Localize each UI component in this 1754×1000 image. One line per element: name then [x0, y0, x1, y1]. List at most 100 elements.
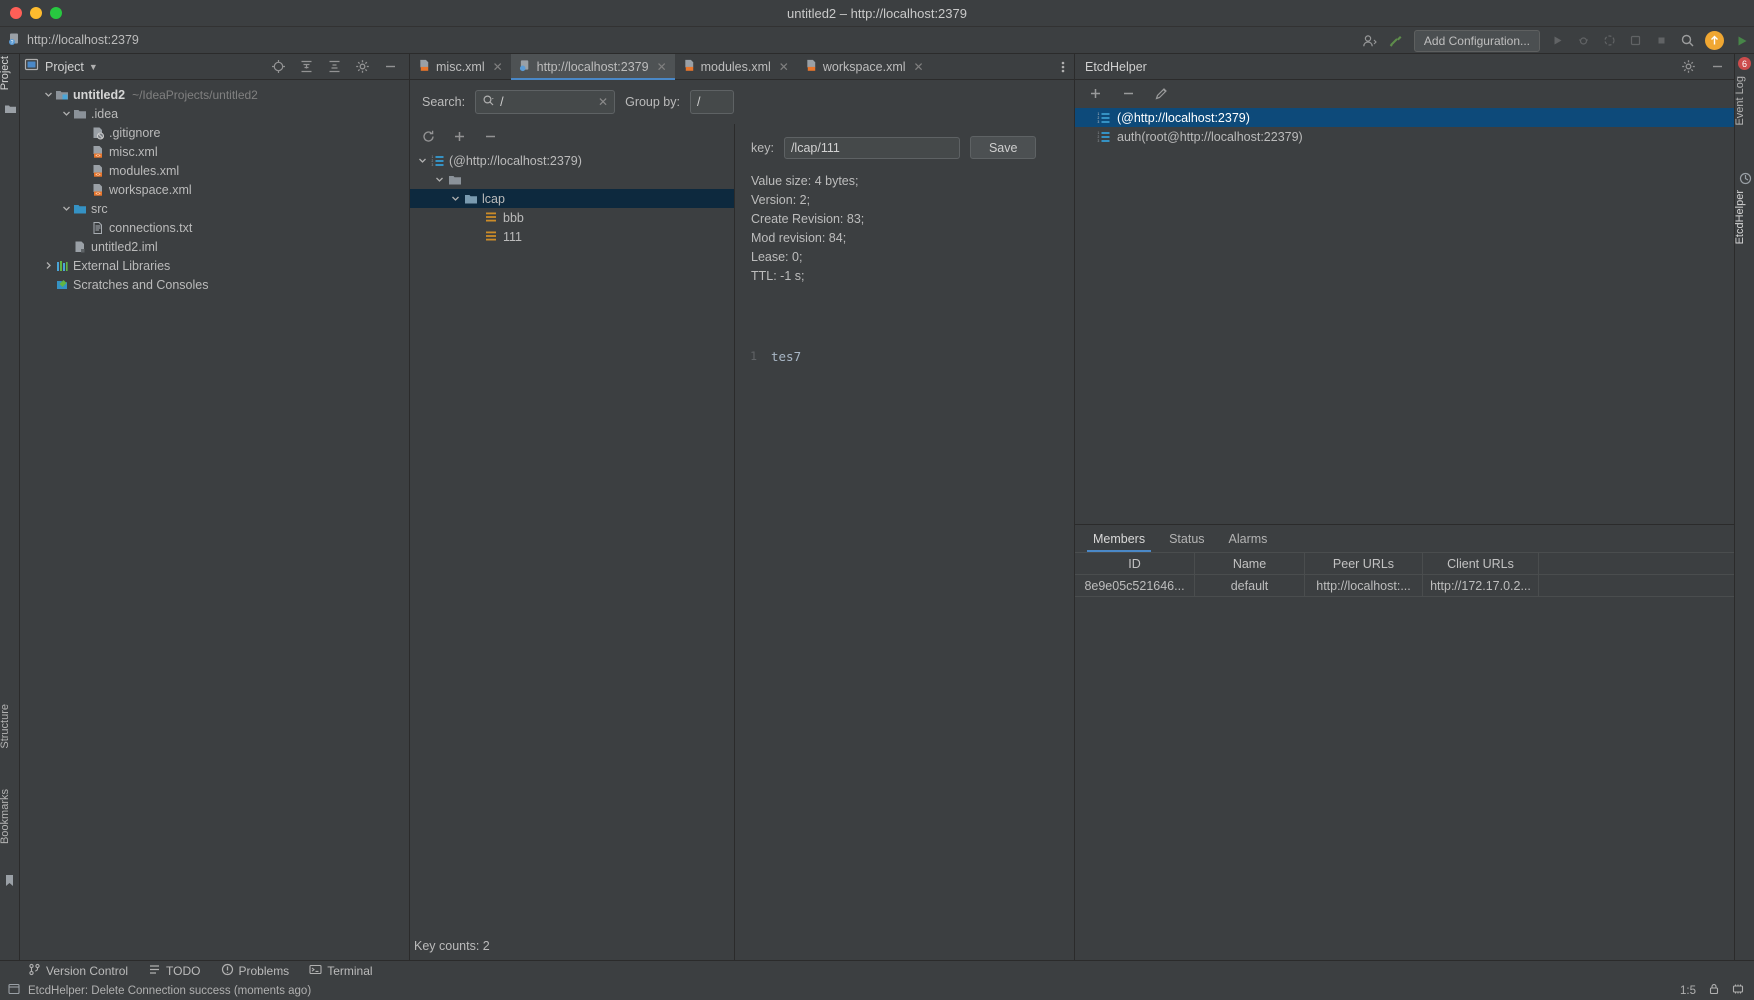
- editor-tab-workspace-xml[interactable]: workspace.xml ✕: [797, 54, 932, 79]
- tree-node-scratches-consoles[interactable]: Scratches and Consoles: [20, 275, 409, 294]
- build-icon[interactable]: [1388, 32, 1405, 49]
- bottom-tool-bar: Version Control TODO Problems Terminal: [0, 960, 1754, 981]
- run-green-icon[interactable]: [1733, 32, 1750, 49]
- chevron-down-icon[interactable]: [60, 204, 73, 213]
- tab-status[interactable]: Status: [1157, 525, 1216, 552]
- refresh-icon[interactable]: [420, 128, 437, 145]
- remove-icon[interactable]: [1120, 85, 1137, 102]
- tree-node-workspace-xml[interactable]: <> workspace.xml: [20, 180, 409, 199]
- memory-icon[interactable]: [1732, 983, 1744, 998]
- chevron-down-icon[interactable]: [451, 192, 460, 206]
- update-icon[interactable]: [1705, 31, 1724, 50]
- strip-button-project[interactable]: Project: [0, 56, 21, 90]
- close-icon[interactable]: ✕: [493, 60, 503, 74]
- project-tree[interactable]: untitled2 ~/IdeaProjects/untitled2 .idea…: [20, 80, 409, 294]
- tab-members[interactable]: Members: [1081, 525, 1157, 552]
- group-by-input[interactable]: /: [689, 90, 734, 114]
- column-header-name[interactable]: Name: [1195, 553, 1305, 574]
- collapse-all-icon[interactable]: [326, 58, 343, 75]
- bookmark-icon[interactable]: [4, 874, 17, 887]
- strip-button-etcd-helper[interactable]: EtcdHelper: [1734, 190, 1754, 244]
- status-window-icon[interactable]: [8, 983, 20, 998]
- key-tree-node-lcap[interactable]: lcap: [410, 189, 734, 208]
- connection-list[interactable]: 123 (@http://localhost:2379) 123 auth(ro…: [1075, 106, 1734, 524]
- run-icon[interactable]: [1549, 32, 1566, 49]
- editor-tab-etcd[interactable]: http://localhost:2379 ✕: [510, 54, 675, 80]
- edit-icon[interactable]: [1153, 85, 1170, 102]
- status-message[interactable]: EtcdHelper: Delete Connection success (m…: [28, 985, 311, 997]
- chevron-down-icon[interactable]: ▼: [89, 62, 98, 72]
- bottom-item-version-control[interactable]: Version Control: [28, 963, 128, 979]
- value-editor[interactable]: 1 tes7: [735, 346, 1074, 960]
- strip-button-bookmarks[interactable]: Bookmarks: [0, 789, 21, 844]
- user-icon[interactable]: [1362, 32, 1379, 49]
- clear-icon[interactable]: ✕: [598, 95, 608, 109]
- tree-node-external-libraries[interactable]: External Libraries: [20, 256, 409, 275]
- bottom-item-problems[interactable]: Problems: [221, 963, 289, 979]
- connection-item-localhost-2379[interactable]: 123 (@http://localhost:2379): [1075, 108, 1734, 127]
- profile-icon[interactable]: [1627, 32, 1644, 49]
- add-icon[interactable]: [1087, 85, 1104, 102]
- chevron-down-icon[interactable]: [435, 173, 444, 187]
- text-icon: [91, 221, 105, 235]
- chevron-right-icon[interactable]: [42, 261, 55, 270]
- tree-node-misc-xml[interactable]: <> misc.xml: [20, 142, 409, 161]
- gear-icon[interactable]: [354, 58, 371, 75]
- tree-node-connections-txt[interactable]: connections.txt: [20, 218, 409, 237]
- editor-tab-misc-xml[interactable]: misc.xml ✕: [410, 54, 511, 79]
- search-input[interactable]: / ✕: [475, 90, 616, 114]
- hide-icon[interactable]: [1709, 58, 1726, 75]
- tree-node-gitignore[interactable]: .gitignore: [20, 123, 409, 142]
- tree-node-src[interactable]: src: [20, 199, 409, 218]
- add-icon[interactable]: [451, 128, 468, 145]
- close-icon[interactable]: ✕: [914, 60, 924, 74]
- more-tabs-icon[interactable]: [1052, 54, 1074, 79]
- hide-icon[interactable]: [382, 58, 399, 75]
- lock-icon[interactable]: [1708, 983, 1720, 998]
- etcd-icon[interactable]: [1739, 172, 1752, 185]
- search-everywhere-icon[interactable]: [1679, 32, 1696, 49]
- save-button[interactable]: Save: [969, 136, 1037, 159]
- expand-all-icon[interactable]: [298, 58, 315, 75]
- column-header-peer-urls[interactable]: Peer URLs: [1305, 553, 1423, 574]
- debug-icon[interactable]: [1575, 32, 1592, 49]
- bottom-item-terminal[interactable]: Terminal: [309, 963, 373, 979]
- strip-button-event-log[interactable]: Event Log: [1734, 76, 1754, 126]
- key-input[interactable]: /lcap/111: [783, 136, 960, 159]
- etcd-list-icon: 123: [431, 154, 445, 168]
- editor-tab-modules-xml[interactable]: modules.xml ✕: [675, 54, 797, 79]
- tree-node-untitled2-iml[interactable]: untitled2.iml: [20, 237, 409, 256]
- connection-item-auth-localhost-22379[interactable]: 123 auth(root@http://localhost:22379): [1075, 127, 1734, 146]
- strip-button-structure[interactable]: Structure: [0, 704, 21, 749]
- key-tree-node-111[interactable]: 111: [410, 227, 734, 246]
- chevron-down-icon[interactable]: [42, 90, 55, 99]
- tree-node-modules-xml[interactable]: <> modules.xml: [20, 161, 409, 180]
- column-header-id[interactable]: ID: [1075, 553, 1195, 574]
- close-icon[interactable]: ✕: [779, 60, 789, 74]
- folder-icon[interactable]: [4, 102, 17, 115]
- locate-icon[interactable]: [270, 58, 287, 75]
- column-header-client-urls[interactable]: Client URLs: [1423, 553, 1539, 574]
- key-tree-node-blank[interactable]: [410, 170, 734, 189]
- chevron-down-icon[interactable]: [418, 154, 427, 168]
- chevron-down-icon[interactable]: [60, 109, 73, 118]
- bottom-item-todo[interactable]: TODO: [148, 963, 201, 979]
- table-row[interactable]: 8e9e05c521646... default http://localhos…: [1075, 575, 1734, 597]
- stop-icon[interactable]: [1653, 32, 1670, 49]
- close-icon[interactable]: ✕: [657, 60, 667, 74]
- remove-icon[interactable]: [482, 128, 499, 145]
- tree-node-untitled2[interactable]: untitled2 ~/IdeaProjects/untitled2: [20, 85, 409, 104]
- key-tree-node-bbb[interactable]: bbb: [410, 208, 734, 227]
- value-content[interactable]: tes7: [763, 346, 1074, 960]
- etcd-icon: ?: [8, 32, 22, 49]
- key-tree[interactable]: 123 (@http://localhost:2379) lcap bbb 11…: [410, 148, 734, 932]
- tree-node-idea[interactable]: .idea: [20, 104, 409, 123]
- breadcrumb[interactable]: ? http://localhost:2379: [8, 32, 139, 49]
- caret-position[interactable]: 1:5: [1680, 985, 1696, 997]
- add-configuration-button[interactable]: Add Configuration...: [1413, 29, 1540, 52]
- tab-alarms[interactable]: Alarms: [1217, 525, 1280, 552]
- key-tree-node-root[interactable]: 123 (@http://localhost:2379): [410, 151, 734, 170]
- run-with-coverage-icon[interactable]: [1601, 32, 1618, 49]
- key-counts-label: Key counts: 2: [414, 939, 490, 953]
- gear-icon[interactable]: [1680, 58, 1697, 75]
